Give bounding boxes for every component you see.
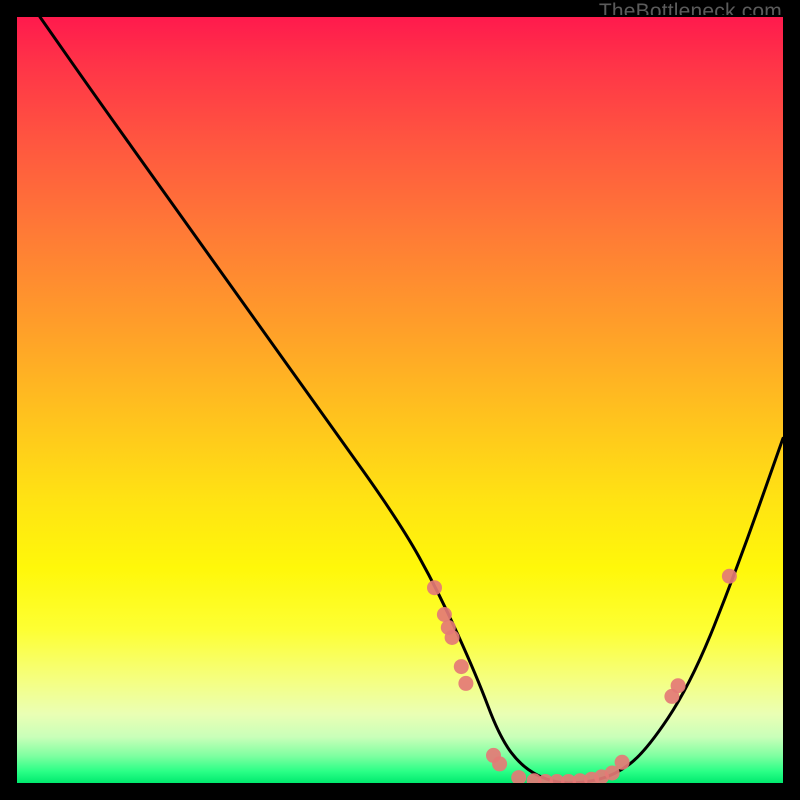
bottleneck-curve (40, 17, 783, 783)
chart-svg (17, 17, 783, 783)
chart-frame (15, 15, 785, 785)
